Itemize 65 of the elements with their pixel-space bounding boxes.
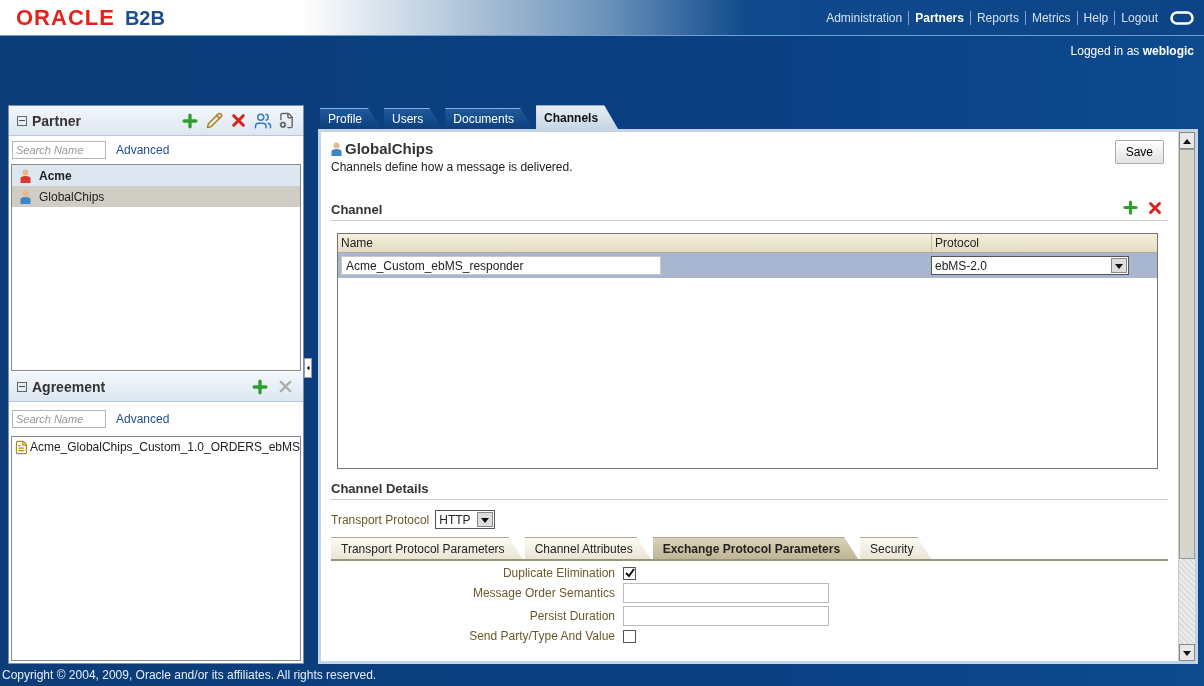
field-label: Duplicate Elimination (501, 566, 615, 580)
tab[interactable]: Channel Attributes (524, 537, 651, 559)
checkbox[interactable] (623, 566, 636, 580)
product-name: B2B (124, 6, 165, 29)
nav-link[interactable]: Administration (820, 10, 909, 25)
splitter-handle[interactable] (304, 358, 312, 378)
tab[interactable]: Profile (320, 108, 382, 129)
dropdown-arrow-icon (1115, 262, 1123, 269)
nav-link[interactable]: Metrics (1024, 10, 1077, 25)
document-icon (14, 439, 29, 455)
save-button[interactable]: Save (1114, 140, 1164, 164)
tab[interactable]: Users (384, 108, 444, 129)
partner-item[interactable]: Acme (12, 165, 300, 186)
edit-icon[interactable] (206, 112, 223, 129)
name-field[interactable]: Acme_Custom_ebMS_responder (341, 256, 661, 275)
scroll-up-icon (1183, 137, 1191, 144)
nav-link[interactable]: Partners (908, 10, 970, 25)
oracle-logo: ORACLE (16, 4, 115, 30)
description: Channels define how a message is delivered. (331, 160, 573, 174)
checkbox[interactable] (623, 629, 636, 643)
table-row[interactable]: Acme_Custom_ebMS_responder ebMS-2.0 (338, 253, 1157, 278)
users-icon[interactable] (254, 111, 272, 130)
document-settings-icon[interactable] (278, 112, 295, 129)
add-icon[interactable] (1121, 198, 1140, 217)
ring-logo-icon (1170, 10, 1194, 25)
transport-select[interactable]: HTTP (435, 510, 496, 529)
dropdown-arrow-icon (481, 516, 490, 523)
input-field[interactable] (623, 606, 829, 626)
field-label: Persist Duration (528, 609, 615, 623)
protocol-select[interactable]: ebMS-2.0 (931, 256, 1129, 275)
partner-title-text: GlobalChips (345, 140, 434, 157)
partner-name: GlobalChips (39, 189, 105, 204)
field-label: Send Party/Type And Value (468, 629, 615, 643)
search-field[interactable]: Search Name (12, 410, 106, 428)
nav-link[interactable]: Logout (1114, 10, 1164, 25)
nav-link[interactable]: Reports (969, 10, 1025, 25)
advanced-link[interactable]: Advanced (116, 143, 170, 157)
tab[interactable]: Transport Protocol Parameters (331, 537, 523, 559)
collapse-icon (305, 365, 311, 371)
person-icon (331, 141, 342, 156)
copyright-text: Copyright © 2004, 2009, Oracle and/or its affiliates. All rights reserved. (2, 668, 377, 682)
logged-in-text: Logged in as weblogic (1070, 44, 1194, 60)
panel-title[interactable]: Agreement (17, 378, 106, 395)
partner-item[interactable]: GlobalChips (12, 186, 300, 207)
tab[interactable]: Channels (536, 105, 619, 129)
agreement-item[interactable]: Acme_GlobalChips_Custom_1.0_ORDERS_ebMS (12, 437, 300, 457)
tab[interactable]: Security (860, 537, 932, 559)
search-field[interactable]: Search Name (12, 141, 106, 159)
panel-title[interactable]: Partner (17, 112, 82, 129)
column-header: Name (340, 235, 374, 252)
dropdown-arrow-icon (1183, 649, 1191, 656)
input-field[interactable] (623, 583, 829, 603)
partner-name: Acme (39, 168, 72, 183)
section-title: Channel (331, 202, 383, 217)
tab[interactable]: Documents (445, 108, 535, 129)
tab[interactable]: Exchange Protocol Parameters (652, 537, 859, 559)
nav-link[interactable]: Help (1076, 10, 1115, 25)
agreement-name: Acme_GlobalChips_Custom_1.0_ORDERS_ebMS (29, 440, 300, 454)
advanced-link[interactable]: Advanced (116, 412, 170, 426)
field-label: Message Order Semantics (471, 586, 615, 600)
field-label: Transport Protocol (331, 512, 430, 527)
delete-icon[interactable] (229, 111, 248, 130)
column-header: Protocol (931, 234, 1157, 252)
scrollbar[interactable] (1178, 132, 1195, 661)
section-title: Channel Details (331, 481, 429, 496)
